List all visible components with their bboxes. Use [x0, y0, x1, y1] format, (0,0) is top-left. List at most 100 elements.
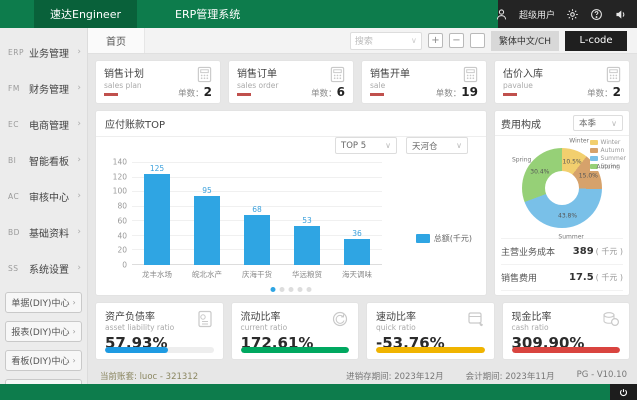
inventory-period: 进销存期间: 2023年12月	[346, 370, 444, 382]
progress-fill	[241, 347, 350, 353]
user-icon[interactable]	[495, 7, 508, 21]
bars-container: 125龙丰水场95皖北水产68庆海干货53华远粮贸36海天调味	[132, 163, 382, 265]
expense-row: 其他业务成本0.17( 千元 )	[501, 290, 623, 295]
chevron-right-icon: ›	[77, 47, 81, 57]
kpi-count-value: 2	[613, 85, 621, 99]
expense-title: 费用构成	[501, 116, 541, 131]
page-dot[interactable]	[289, 287, 294, 292]
diy-center-button[interactable]: 看板(DIY)中心›	[5, 350, 82, 371]
zoom-out-icon[interactable]: −	[449, 33, 464, 48]
bar[interactable]	[144, 174, 170, 265]
gear-icon[interactable]	[566, 7, 579, 21]
bar-value-label: 53	[302, 216, 312, 225]
kpi-card[interactable]: 销售计划sales plan单数：2	[95, 60, 221, 104]
chart-filters: TOP 5 ∨ 天河仓 ∨	[335, 137, 468, 154]
page-dot[interactable]	[307, 287, 312, 292]
kpi-red-dash	[104, 93, 118, 96]
page-dot[interactable]	[298, 287, 303, 292]
chart-legend: 总额(千元)	[416, 233, 472, 244]
zoom-in-icon[interactable]: +	[428, 33, 443, 48]
sidebar-item-ss[interactable]: SS系统设置›	[0, 250, 87, 286]
page-dot[interactable]	[271, 287, 276, 292]
legend-swatch	[590, 148, 598, 153]
speaker-icon[interactable]	[614, 7, 627, 21]
diy-center-button[interactable]: 单据(DIY)中心›	[5, 292, 82, 313]
expense-label: 主营业务成本	[501, 245, 555, 258]
user-name[interactable]: 超级用户	[519, 8, 555, 21]
charts-row: 应付账款TOP TOP 5 ∨ 天河仓 ∨ 0204060801001201	[95, 110, 630, 296]
donut-hole	[545, 171, 579, 205]
kpi-row: 销售计划sales plan单数：2销售订单sales order单数：6销售开…	[95, 60, 630, 104]
expense-panel: 费用构成 本季 ∨ WinterAutumnSummerSpring 10.5%…	[494, 110, 630, 296]
app-title: ERP管理系统	[175, 0, 240, 28]
slice-percent-label: 10.5%	[563, 158, 582, 165]
sidebar-item-code: BD	[8, 228, 29, 237]
bar[interactable]	[194, 196, 220, 265]
kpi-card[interactable]: 估价入库pavalue单数：2	[494, 60, 630, 104]
y-axis-tick: 60	[117, 216, 127, 225]
ratio-card[interactable]: 现金比率cash ratio309.90%	[502, 302, 631, 360]
diy-center-button[interactable]: 报表(DIY)中心›	[5, 321, 82, 342]
bar-value-label: 68	[252, 205, 262, 214]
slice-name-label: Spring	[512, 156, 531, 163]
kpi-red-dash	[237, 93, 251, 96]
legend-name: Autumn	[601, 147, 625, 154]
kpi-card[interactable]: 销售开单sale单数：19	[361, 60, 487, 104]
bar[interactable]	[344, 239, 370, 265]
y-axis-tick: 20	[117, 246, 127, 255]
progress-track	[105, 347, 214, 353]
fullscreen-icon[interactable]	[470, 33, 485, 48]
sidebar-item-bi[interactable]: BI智能看板›	[0, 142, 87, 178]
ratio-card[interactable]: 流动比率current ratio172.61%	[231, 302, 360, 360]
ratio-card[interactable]: 速动比率quick ratio-53.76%	[366, 302, 495, 360]
expense-row: 销售费用17.5( 千元 )	[501, 264, 623, 290]
period-select[interactable]: 本季 ∨	[573, 115, 623, 131]
bar-group[interactable]: 68庆海干货	[232, 163, 282, 265]
sidebar-item-label: 基础资料	[29, 225, 69, 240]
y-axis-tick: 0	[122, 261, 127, 270]
coins-icon	[601, 309, 621, 332]
help-icon[interactable]	[590, 7, 603, 21]
sidebar-item-label: 系统设置	[29, 261, 69, 276]
ratio-card[interactable]: 资产负债率asset liability ratio57.93%	[95, 302, 224, 360]
sidebar-item-bd[interactable]: BD基础资料›	[0, 214, 87, 250]
bar-chart-plot: 020406080100120140125龙丰水场95皖北水产68庆海干货53华…	[132, 163, 382, 265]
kpi-card[interactable]: 销售订单sales order单数：6	[228, 60, 354, 104]
bar-group[interactable]: 36海天调味	[332, 163, 382, 265]
search-placeholder: 搜索	[355, 34, 373, 47]
top-header: 速达Engineer ERP管理系统 超级用户	[0, 0, 637, 28]
calculator-icon	[605, 66, 622, 86]
current-account: 当前账套: luoc - 321312	[100, 370, 198, 382]
sidebar-item-fm[interactable]: FM财务管理›	[0, 70, 87, 106]
chevron-right-icon: ›	[77, 191, 81, 201]
sidebar-item-ec[interactable]: EC电商管理›	[0, 106, 87, 142]
language-toggle-button[interactable]: 繁体中文/CH	[491, 31, 559, 51]
footer-bar	[0, 384, 637, 400]
page-dot[interactable]	[280, 287, 285, 292]
slice-name-label: Summer	[558, 234, 583, 241]
body: ERP业务管理›FM财务管理›EC电商管理›BI智能看板›AC审核中心›BD基础…	[0, 28, 637, 384]
search-input[interactable]: 搜索 ∨	[350, 32, 422, 50]
sidebar-item-code: EC	[8, 120, 29, 129]
bar-group[interactable]: 125龙丰水场	[132, 163, 182, 265]
power-button[interactable]	[610, 384, 637, 400]
bar-group[interactable]: 53华远粮贸	[282, 163, 332, 265]
warehouse-select[interactable]: 天河仓 ∨	[406, 137, 468, 154]
panel-title: 应付账款TOP	[96, 111, 486, 137]
bar[interactable]	[294, 226, 320, 265]
x-axis-label: 皖北水产	[192, 269, 222, 280]
sidebar-item-erp[interactable]: ERP业务管理›	[0, 34, 87, 70]
legend-swatch	[590, 156, 598, 161]
progress-fill	[512, 347, 621, 353]
tab-home[interactable]: 首页	[88, 28, 145, 53]
slice-name-label: Autumn	[596, 163, 620, 170]
kpi-count: 单数：6	[311, 85, 345, 99]
bar[interactable]	[244, 215, 270, 265]
bar-group[interactable]: 95皖北水产	[182, 163, 232, 265]
y-axis-tick: 100	[113, 187, 127, 196]
sidebar-item-ac[interactable]: AC审核中心›	[0, 178, 87, 214]
top-n-select[interactable]: TOP 5 ∨	[335, 137, 397, 154]
x-axis-label: 海天调味	[342, 269, 372, 280]
kpi-count-value: 2	[204, 85, 212, 99]
lcode-button[interactable]: L-code	[565, 31, 627, 51]
